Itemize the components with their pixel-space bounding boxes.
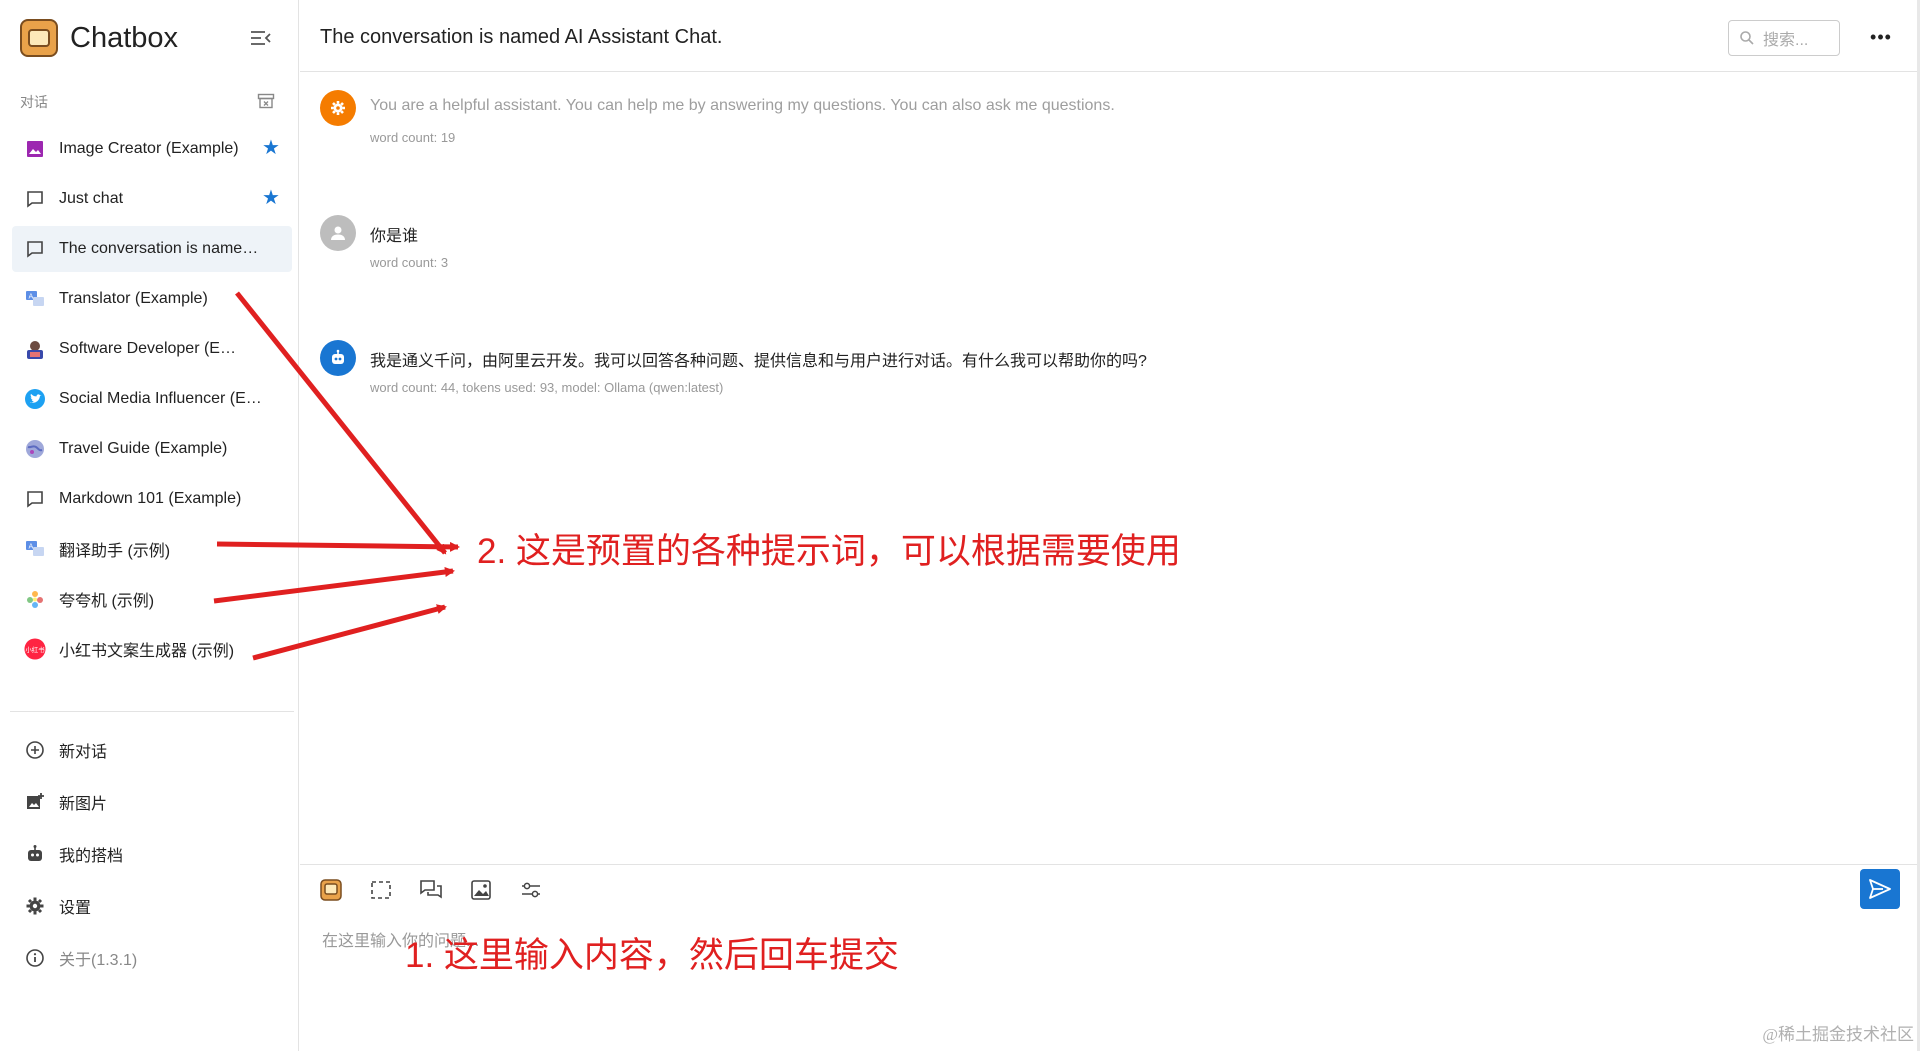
annotation-input-note: 1. 这里输入内容，然后回车提交 [405, 936, 899, 975]
annotation-arrow [216, 541, 460, 552]
annotation-presets-note: 2. 这是预置的各种提示词，可以根据需要使用 [477, 532, 1181, 571]
annotation-arrow [235, 291, 447, 555]
watermark: @稀土掘金技术社区 [1762, 1025, 1914, 1044]
annotation-arrow [252, 604, 447, 661]
annotation-arrow [213, 567, 455, 604]
